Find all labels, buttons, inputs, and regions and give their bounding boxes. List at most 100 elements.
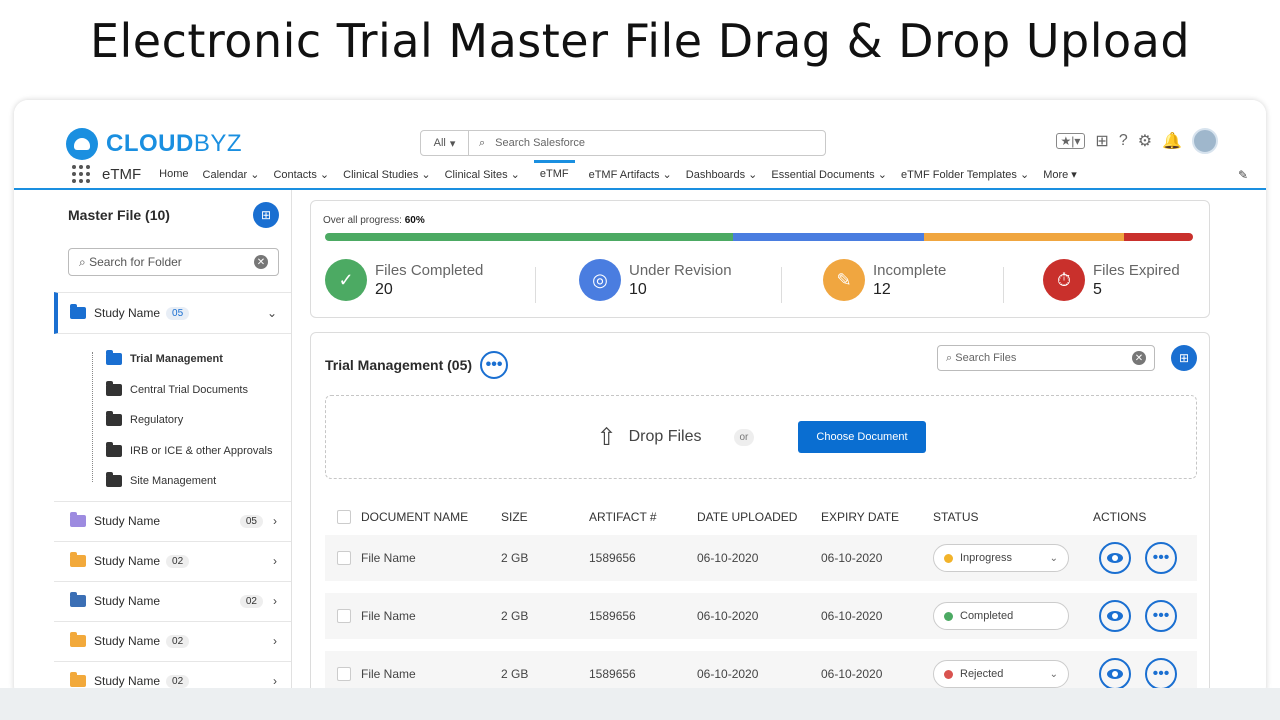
nav-etmf-folder-templates[interactable]: eTMF Folder Templates ⌄ (901, 168, 1029, 181)
file-name[interactable]: File Name (361, 609, 501, 623)
stat-value: 5 (1093, 280, 1102, 298)
clear-icon[interactable]: ✕ (254, 255, 268, 269)
status-dot (944, 669, 953, 679)
study-item[interactable]: Study Name 02 › (54, 620, 291, 661)
folder-search-input[interactable]: ⌕ Search for Folder ✕ (68, 248, 279, 276)
nav-essential-documents[interactable]: Essential Documents ⌄ (771, 168, 887, 181)
file-name[interactable]: File Name (361, 551, 501, 565)
select-all-checkbox[interactable] (337, 510, 351, 524)
add-icon[interactable]: ⊞ (1095, 131, 1108, 151)
search-scope-select[interactable]: All ▾ (421, 131, 469, 155)
artifact-number: 1589656 (589, 609, 636, 623)
edit-nav-icon[interactable]: ✎ (1238, 168, 1248, 182)
column-header[interactable]: DATE UPLOADED (697, 510, 821, 524)
favorites-icon[interactable]: ★|▾ (1055, 133, 1086, 149)
sub-folder-site-management[interactable]: Site Management (106, 466, 291, 497)
study-item[interactable]: Study Name 02 › (54, 580, 291, 621)
file-search-input[interactable]: ⌕ Search Files ✕ (937, 345, 1155, 371)
status-select[interactable]: Completed (933, 602, 1069, 630)
new-folder-button[interactable]: ⊞ (1171, 345, 1197, 371)
app-launcher-icon[interactable] (72, 165, 90, 183)
status-select[interactable]: Inprogress ⌄ (933, 544, 1069, 572)
logo[interactable]: CLOUDBYZ (66, 128, 242, 160)
chevron-right-icon[interactable]: › (273, 634, 277, 648)
status-dot (944, 553, 953, 563)
column-header[interactable]: DOCUMENT NAME (361, 510, 501, 524)
view-button[interactable] (1099, 542, 1131, 574)
chevron-right-icon[interactable]: › (273, 674, 277, 688)
choose-document-button[interactable]: Choose Document (798, 421, 926, 453)
sub-folder-regulatory[interactable]: Regulatory (106, 405, 291, 436)
folder-icon (106, 380, 122, 396)
table-header: DOCUMENT NAME SIZE ARTIFACT # DATE UPLOA… (325, 507, 1197, 527)
file-size: 2 GB (501, 609, 529, 623)
artifact-number: 1589656 (589, 667, 636, 681)
settings-icon[interactable]: ⚙ (1138, 131, 1152, 151)
sub-folder-trial-management[interactable]: Trial Management (106, 344, 291, 375)
nav-clinical-sites[interactable]: Clinical Sites ⌄ (445, 168, 520, 181)
column-header[interactable]: STATUS (933, 510, 1093, 524)
more-actions-button[interactable]: ••• (480, 351, 509, 379)
table-row[interactable]: File Name 2 GB 1589656 06-10-2020 06-10-… (325, 535, 1197, 581)
avatar[interactable] (1192, 128, 1218, 154)
folder-icon (70, 632, 86, 647)
study-item-active[interactable]: Study Name 05 ⌄ (54, 292, 291, 334)
view-button[interactable] (1099, 658, 1131, 690)
stat-value: 10 (629, 280, 647, 298)
clear-icon[interactable]: ✕ (1132, 351, 1146, 365)
expiry-date: 06-10-2020 (821, 667, 883, 681)
stat-incomplete: ✎ Incomplete 12 (823, 259, 946, 301)
folder-icon (70, 512, 86, 527)
file-name[interactable]: File Name (361, 667, 501, 681)
nav-calendar[interactable]: Calendar ⌄ (203, 168, 260, 181)
chevron-right-icon[interactable]: › (273, 514, 277, 528)
sub-folder-list: Trial Management Central Trial Documents… (54, 344, 291, 497)
row-actions-button[interactable]: ••• (1145, 658, 1177, 690)
folder-icon (106, 411, 122, 427)
row-actions-button[interactable]: ••• (1145, 600, 1177, 632)
sub-folder-central-trial-documents[interactable]: Central Trial Documents (106, 375, 291, 406)
logo-thin: BYZ (193, 130, 243, 157)
drop-zone[interactable]: ⇧ Drop Files or Choose Document (325, 395, 1197, 479)
chevron-right-icon[interactable]: › (273, 594, 277, 608)
row-checkbox[interactable] (337, 551, 351, 565)
add-folder-button[interactable]: ⊞ (253, 202, 279, 228)
progress-segment-expired (1123, 233, 1193, 241)
revision-icon: ◎ (579, 259, 621, 301)
study-item[interactable]: Study Name 02 › (54, 540, 291, 581)
global-search[interactable]: All ▾ ⌕ Search Salesforce (420, 130, 826, 156)
caret-down-icon: ▾ (449, 137, 456, 150)
search-icon: ⌕ (946, 351, 953, 364)
date-uploaded: 06-10-2020 (697, 667, 759, 681)
global-search-placeholder[interactable]: Search Salesforce (485, 137, 585, 149)
row-checkbox[interactable] (337, 609, 351, 623)
column-header[interactable]: ARTIFACT # (589, 510, 697, 524)
nav-clinical-studies[interactable]: Clinical Studies ⌄ (343, 168, 430, 181)
file-size: 2 GB (501, 551, 529, 565)
column-header[interactable]: EXPIRY DATE (821, 510, 933, 524)
nav-more[interactable]: More ▾ (1043, 168, 1077, 181)
cloud-logo-icon (66, 128, 98, 160)
nav-home[interactable]: Home (159, 168, 188, 180)
row-actions-button[interactable]: ••• (1145, 542, 1177, 574)
help-icon[interactable]: ? (1119, 132, 1128, 150)
table-row[interactable]: File Name 2 GB 1589656 06-10-2020 06-10-… (325, 593, 1197, 639)
view-button[interactable] (1099, 600, 1131, 632)
nav-etmf-artifacts[interactable]: eTMF Artifacts ⌄ (589, 168, 672, 181)
nav-dashboards[interactable]: Dashboards ⌄ (686, 168, 758, 181)
progress-bar (325, 233, 1193, 241)
sub-folder-irb-approvals[interactable]: IRB or ICE & other Approvals (106, 436, 291, 467)
nav-contacts[interactable]: Contacts ⌄ (273, 168, 329, 181)
nav-etmf[interactable]: eTMF (533, 159, 575, 186)
search-icon: ⌕ (79, 254, 86, 269)
notification-bell-icon[interactable]: 🔔 (1162, 131, 1182, 151)
chevron-down-icon[interactable]: ⌄ (267, 306, 277, 320)
column-header[interactable]: SIZE (501, 510, 589, 524)
folder-icon (70, 592, 86, 607)
status-select[interactable]: Rejected ⌄ (933, 660, 1069, 688)
study-item[interactable]: Study Name 05 › (54, 500, 291, 541)
row-checkbox[interactable] (337, 667, 351, 681)
chevron-down-icon: ⌄ (1049, 552, 1058, 564)
chevron-right-icon[interactable]: › (273, 554, 277, 568)
expiry-date: 06-10-2020 (821, 609, 883, 623)
